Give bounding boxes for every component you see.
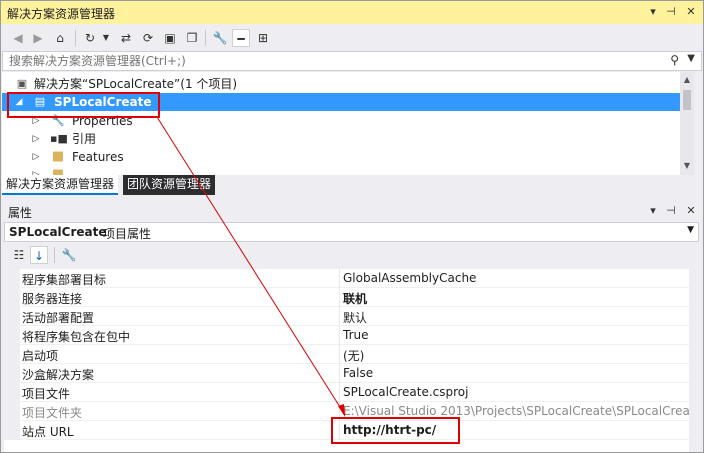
annotation-arrow [156, 116, 346, 417]
visual-studio-tool-window: 解决方案资源管理器 ▾ ⊣ ✕ ◀ ▶ ⌂ ↻ ▼ ⇄ ⟳ ▣ ❐ 🔧 ━ ⊞ … [0, 0, 704, 453]
